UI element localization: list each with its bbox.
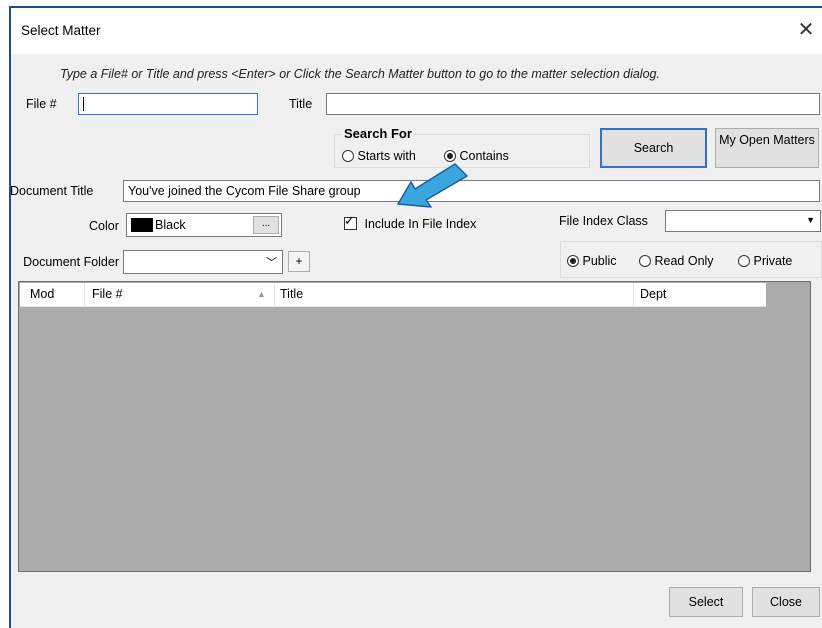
instruction-hint: Type a File# or Title and press <Enter> … bbox=[60, 67, 660, 81]
file-index-class-label: File Index Class bbox=[559, 214, 648, 228]
color-swatch bbox=[131, 218, 153, 232]
radio-private-label: Private bbox=[753, 254, 793, 268]
radio-icon bbox=[342, 150, 354, 162]
matter-table[interactable]: Mod File # ▲ Title Dept bbox=[18, 281, 811, 572]
select-button[interactable]: Select bbox=[669, 587, 743, 617]
search-for-legend: Search For bbox=[342, 126, 414, 141]
document-folder-select[interactable]: ﹀ bbox=[123, 250, 283, 274]
radio-read-only[interactable]: Read Only bbox=[639, 254, 714, 268]
window-title: Select Matter bbox=[21, 23, 101, 38]
title-label: Title bbox=[289, 97, 313, 111]
column-divider bbox=[84, 283, 85, 306]
column-divider bbox=[633, 283, 634, 306]
document-title-label: Document Title bbox=[10, 184, 94, 198]
search-button[interactable]: Search bbox=[600, 128, 707, 168]
add-folder-button[interactable]: + bbox=[288, 251, 310, 272]
include-in-index-label: Include In File Index bbox=[364, 217, 477, 231]
sort-ascending-icon: ▲ bbox=[257, 289, 266, 299]
document-folder-label: Document Folder bbox=[23, 255, 119, 269]
col-header-title[interactable]: Title bbox=[280, 287, 303, 301]
title-input[interactable] bbox=[326, 93, 820, 115]
dropdown-arrow-icon: ▼ bbox=[806, 215, 815, 225]
color-label: Color bbox=[89, 219, 119, 233]
radio-icon bbox=[639, 255, 651, 267]
file-no-input[interactable] bbox=[78, 93, 258, 115]
column-divider bbox=[274, 283, 275, 306]
color-value: Black bbox=[155, 218, 186, 232]
col-header-mod[interactable]: Mod bbox=[30, 287, 54, 301]
radio-private[interactable]: Private bbox=[738, 254, 792, 268]
chevron-down-icon: ﹀ bbox=[266, 257, 277, 269]
close-button[interactable]: Close bbox=[752, 587, 820, 617]
include-in-index-checkbox[interactable]: ✓ Include In File Index bbox=[344, 213, 477, 231]
radio-selected-icon bbox=[567, 255, 579, 267]
col-header-file-no[interactable]: File # bbox=[92, 287, 123, 301]
close-icon[interactable]: ✕ bbox=[792, 16, 820, 44]
color-picker[interactable]: Black ... bbox=[126, 213, 282, 237]
radio-public-label: Public bbox=[582, 254, 617, 268]
file-no-label: File # bbox=[26, 97, 57, 111]
checkbox-icon: ✓ bbox=[344, 213, 357, 230]
annotation-arrow-icon bbox=[397, 163, 468, 208]
text-caret bbox=[83, 97, 84, 111]
radio-read-only-label: Read Only bbox=[654, 254, 714, 268]
title-bar: Select Matter ✕ bbox=[11, 8, 822, 54]
my-open-matters-button[interactable]: My Open Matters bbox=[715, 128, 819, 168]
table-header: Mod File # ▲ Title Dept bbox=[20, 283, 766, 307]
radio-icon bbox=[738, 255, 750, 267]
file-index-class-select[interactable]: ▼ bbox=[665, 210, 821, 232]
col-header-dept[interactable]: Dept bbox=[640, 287, 666, 301]
color-more-button[interactable]: ... bbox=[253, 216, 279, 234]
radio-public[interactable]: Public bbox=[567, 254, 617, 268]
